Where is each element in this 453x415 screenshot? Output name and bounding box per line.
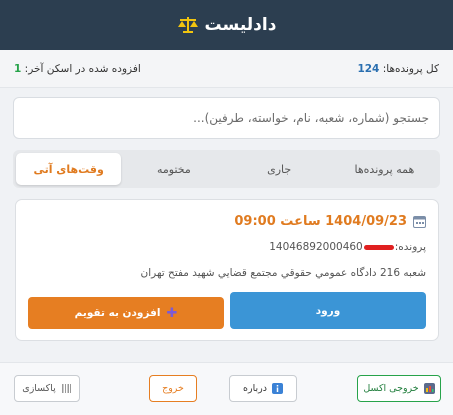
about-label: درباره	[243, 383, 267, 394]
added-last-scan-label: افزوده شده در اسکن آخر:	[24, 63, 141, 75]
tab-all-cases[interactable]: همه پرونده‌ها	[332, 153, 437, 185]
barcode-icon	[61, 383, 72, 394]
info-icon	[271, 383, 283, 394]
case-card: 1404/09/23 ساعت 09:00 پرونده: 1404689200…	[15, 199, 439, 341]
case-number-row: پرونده: 14046892000460	[269, 241, 426, 253]
stats-bar: کل پرونده‌ها: 124 افزوده شده در اسکن آخر…	[0, 50, 453, 88]
exit-button[interactable]: خروج	[149, 375, 197, 402]
court-branch: شعبه 216 دادگاه عمومي حقوقي مجتمع قضايي …	[140, 267, 426, 279]
tab-ongoing[interactable]: جاری	[227, 153, 332, 185]
excel-export-button[interactable]: خروجی اکسل	[357, 375, 441, 402]
search-input[interactable]	[13, 97, 440, 139]
added-last-scan-value: 1	[14, 63, 22, 75]
total-cases: کل پرونده‌ها: 124	[357, 63, 439, 75]
scale-icon	[177, 15, 199, 35]
clear-button[interactable]: پاکسازی	[14, 375, 80, 402]
footer-bar: خروجی اکسل درباره خروج پاکسازی	[0, 362, 453, 415]
case-label: پرونده:	[394, 241, 426, 253]
case-number: 14046892000460	[269, 241, 363, 253]
calendar-icon	[413, 215, 426, 228]
tab-bar: همه پرونده‌ها جاری مختومه وقت‌های آتی	[13, 150, 440, 188]
add-to-calendar-label: افزودن به تقویم	[74, 307, 161, 319]
app-title: دادلیست	[204, 15, 277, 35]
enter-button[interactable]: ورود	[230, 292, 426, 329]
redaction-mark	[363, 244, 394, 250]
clear-label: پاکسازی	[22, 383, 56, 394]
total-cases-value: 124	[357, 63, 380, 75]
plus-icon: ✚	[166, 305, 178, 321]
tab-upcoming[interactable]: وقت‌های آتی	[16, 153, 122, 185]
app-header: دادلیست	[0, 0, 453, 50]
total-cases-label: کل پرونده‌ها:	[382, 63, 439, 75]
excel-export-label: خروجی اکسل	[363, 383, 419, 394]
hearing-date-row: 1404/09/23 ساعت 09:00	[234, 214, 426, 229]
tab-closed[interactable]: مختومه	[121, 153, 226, 185]
added-last-scan: افزوده شده در اسکن آخر: 1	[14, 63, 141, 75]
chart-icon	[423, 383, 435, 394]
add-to-calendar-button[interactable]: ✚ افزودن به تقویم	[28, 297, 224, 329]
hearing-date: 1404/09/23 ساعت 09:00	[234, 214, 407, 229]
about-button[interactable]: درباره	[229, 375, 297, 402]
